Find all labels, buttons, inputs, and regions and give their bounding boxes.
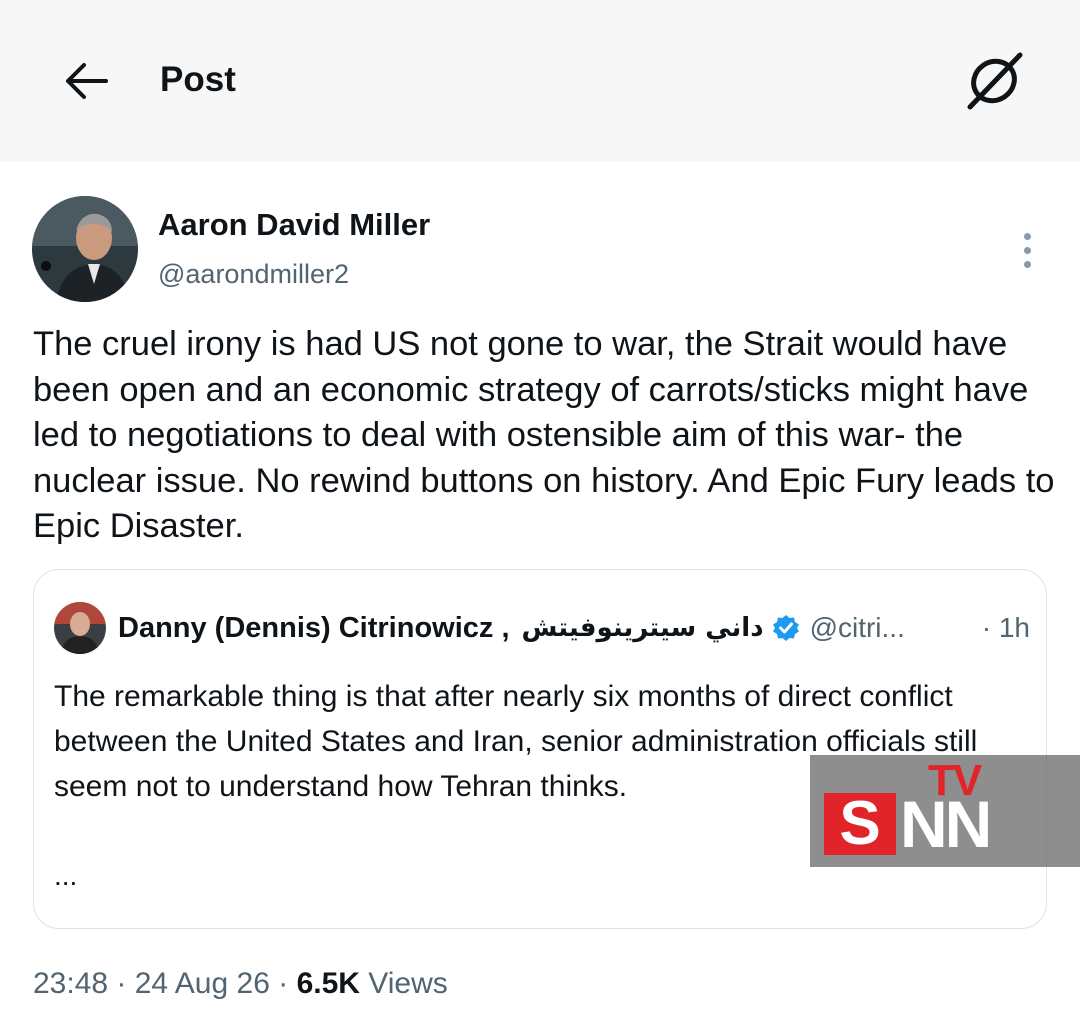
top-bar: Post bbox=[0, 0, 1080, 162]
author-handle[interactable]: @aarondmiller2 bbox=[158, 256, 349, 292]
page-title: Post bbox=[160, 60, 236, 99]
post-text: The cruel irony is had US not gone to wa… bbox=[33, 325, 1055, 545]
quoted-author-avatar[interactable] bbox=[54, 602, 106, 654]
back-button[interactable] bbox=[58, 56, 114, 106]
watermark-nn: NN bbox=[900, 787, 992, 861]
grok-icon bbox=[967, 52, 1023, 110]
quoted-author-handle[interactable]: @citri... bbox=[810, 612, 905, 644]
author-name[interactable]: Aaron David Miller bbox=[158, 205, 430, 245]
quoted-author-name-arabic[interactable]: داني سيترينوفيتش bbox=[522, 613, 764, 643]
snn-tv-watermark: TV S NN bbox=[810, 755, 1080, 867]
watermark-s: S bbox=[824, 793, 896, 855]
post-metadata: 23:48 · 24 Aug 26 · 6.5K Views bbox=[33, 967, 448, 1000]
quoted-post-card[interactable]: Danny (Dennis) Citrinowicz , داني سيترين… bbox=[33, 569, 1047, 929]
quoted-post-header: Danny (Dennis) Citrinowicz , داني سيترين… bbox=[118, 606, 1030, 650]
more-vertical-icon bbox=[1023, 232, 1031, 240]
more-options-button[interactable] bbox=[1010, 228, 1044, 272]
verified-badge-icon bbox=[772, 614, 800, 642]
views-label: Views bbox=[359, 967, 448, 1000]
quoted-author-name[interactable]: Danny (Dennis) Citrinowicz , bbox=[118, 612, 510, 645]
quoted-post-time: · 1h bbox=[981, 612, 1030, 643]
post-time[interactable]: 23:48 bbox=[33, 967, 108, 1000]
author-avatar[interactable] bbox=[32, 196, 138, 302]
grok-button[interactable] bbox=[958, 48, 1030, 114]
arrow-left-icon bbox=[66, 63, 108, 99]
views-count: 6.5K bbox=[296, 967, 360, 1000]
quoted-post-more: ... bbox=[54, 860, 78, 891]
post-date[interactable]: 24 Aug 26 bbox=[135, 967, 270, 1000]
